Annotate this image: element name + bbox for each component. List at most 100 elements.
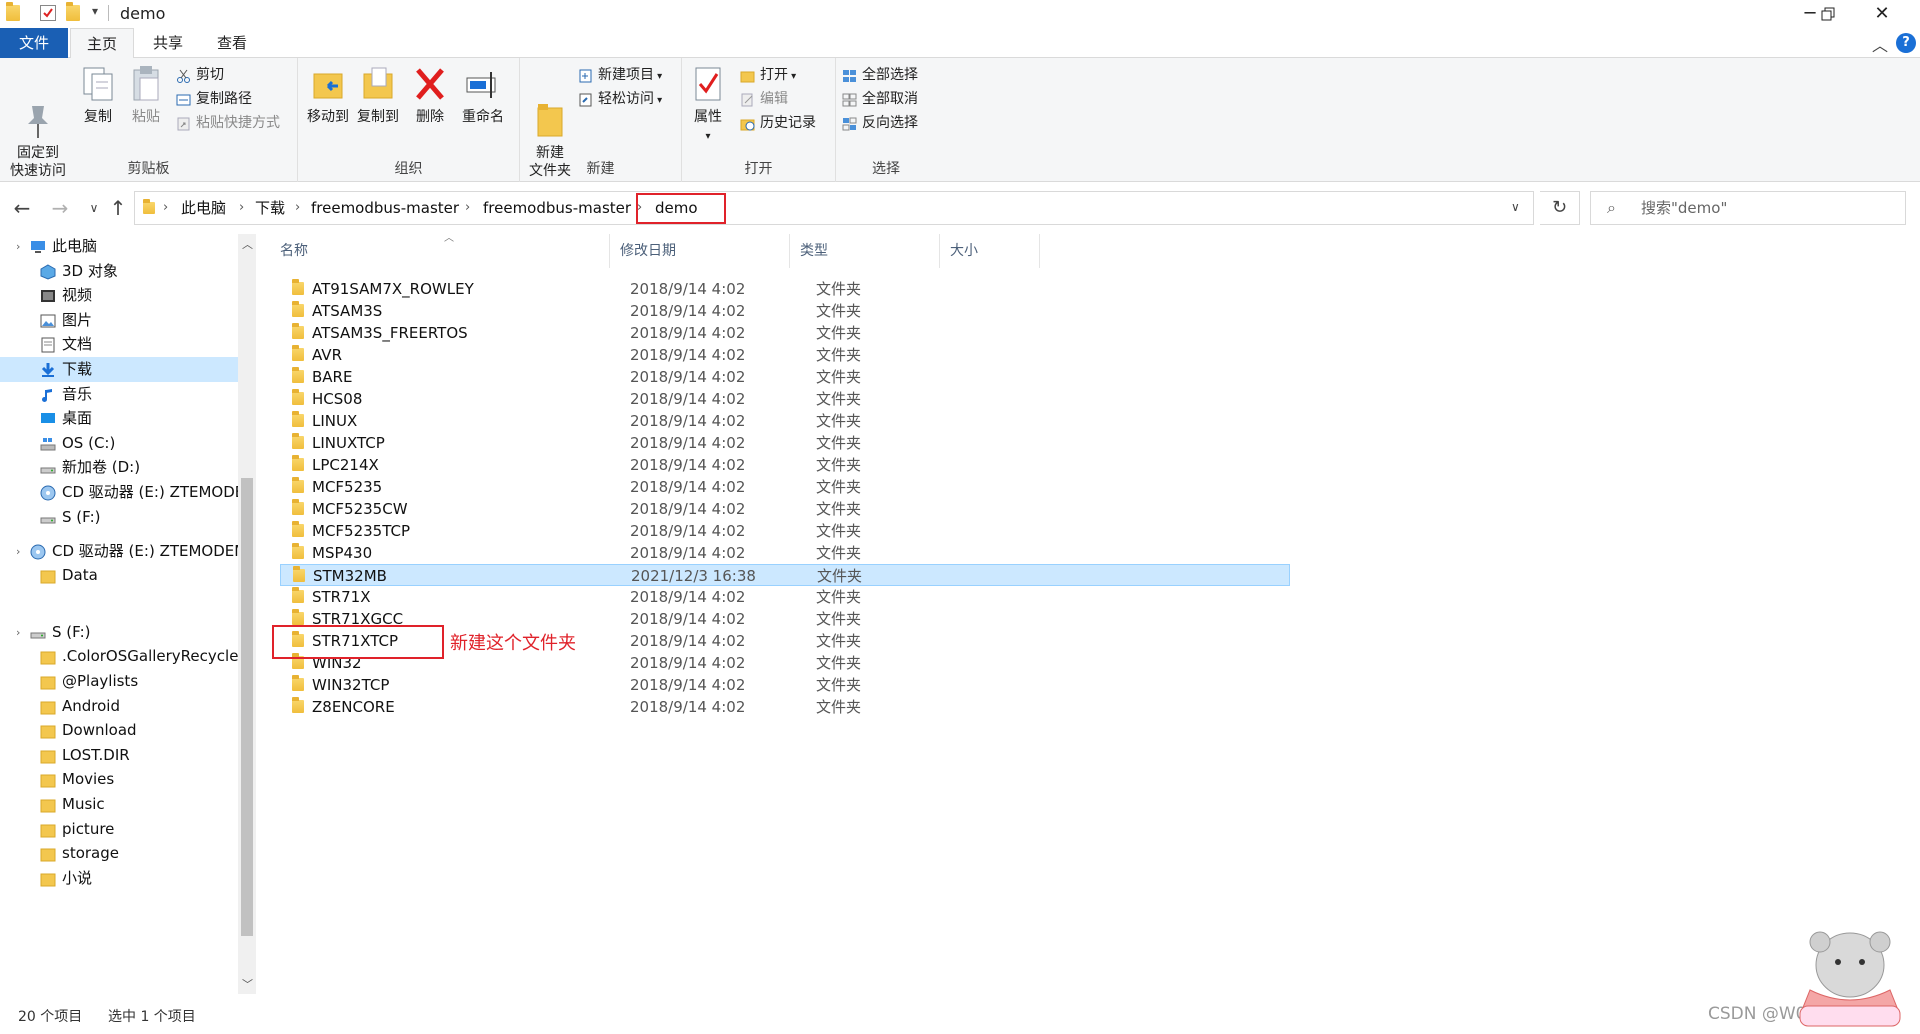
- quick-access-dropdown-icon[interactable]: ▾: [92, 4, 98, 18]
- address-bar[interactable]: › 此电脑 › 下载 › freemodbus-master › freemod…: [134, 191, 1534, 225]
- column-header-name[interactable]: 名称 ︿: [270, 233, 610, 268]
- nav-item[interactable]: 视频: [0, 283, 238, 308]
- nav-item[interactable]: 桌面: [0, 406, 238, 431]
- properties-checkbox-icon[interactable]: [40, 5, 56, 21]
- nav-item[interactable]: 3D 对象: [0, 259, 238, 284]
- nav-item[interactable]: › 此电脑: [0, 234, 238, 259]
- refresh-button[interactable]: ↻: [1540, 191, 1580, 225]
- history-button[interactable]: 历史记录: [738, 112, 816, 134]
- new-folder-quick-icon[interactable]: [66, 2, 80, 21]
- tab-file[interactable]: 文件: [0, 28, 68, 58]
- nav-item[interactable]: 新加卷 (D:): [0, 455, 238, 480]
- file-row[interactable]: MCF5235CW 2018/9/14 4:02 文件夹: [280, 498, 1290, 520]
- nav-item[interactable]: 下载: [0, 357, 238, 382]
- file-row[interactable]: LINUX 2018/9/14 4:02 文件夹: [280, 410, 1290, 432]
- search-input[interactable]: ⌕ 搜索"demo": [1590, 191, 1906, 225]
- expand-chevron-icon[interactable]: ›: [16, 234, 20, 259]
- column-header-size[interactable]: 大小: [940, 234, 1040, 268]
- forward-button[interactable]: →: [46, 194, 74, 222]
- file-row[interactable]: STR71X 2018/9/14 4:02 文件夹: [280, 586, 1290, 608]
- nav-item[interactable]: storage: [0, 841, 238, 866]
- nav-scroll-thumb[interactable]: [241, 478, 253, 936]
- tab-share[interactable]: 共享: [138, 28, 198, 58]
- invert-selection-button[interactable]: 反向选择: [840, 112, 918, 134]
- breadcrumb-downloads[interactable]: 下载: [255, 192, 285, 224]
- nav-item[interactable]: 文档: [0, 332, 238, 357]
- expand-chevron-icon[interactable]: ›: [16, 620, 20, 645]
- column-header-type[interactable]: 类型: [790, 234, 940, 268]
- back-button[interactable]: ←: [8, 194, 36, 222]
- scroll-up-icon[interactable]: ︿: [242, 236, 253, 252]
- easy-access-button[interactable]: 轻松访问 ▾: [576, 88, 662, 110]
- tab-home[interactable]: 主页: [70, 28, 134, 59]
- file-row[interactable]: BARE 2018/9/14 4:02 文件夹: [280, 366, 1290, 388]
- nav-item[interactable]: S (F:): [0, 505, 238, 530]
- file-row[interactable]: STM32MB 2021/12/3 16:38 文件夹: [280, 564, 1290, 586]
- file-row[interactable]: AT91SAM7X_ROWLEY 2018/9/14 4:02 文件夹: [280, 278, 1290, 300]
- rename-button[interactable]: 重命名: [456, 64, 510, 126]
- file-row[interactable]: WIN32TCP 2018/9/14 4:02 文件夹: [280, 674, 1290, 696]
- help-icon[interactable]: ?: [1896, 33, 1916, 53]
- nav-item[interactable]: 小说: [0, 866, 238, 891]
- nav-item-label: 视频: [62, 286, 93, 305]
- nav-item[interactable]: › S (F:): [0, 620, 238, 645]
- file-row[interactable]: ATSAM3S_FREERTOS 2018/9/14 4:02 文件夹: [280, 322, 1290, 344]
- cut-button[interactable]: 剪切: [174, 64, 224, 86]
- nav-item[interactable]: Android: [0, 694, 238, 719]
- file-row[interactable]: HCS08 2018/9/14 4:02 文件夹: [280, 388, 1290, 410]
- delete-button[interactable]: 删除: [410, 64, 450, 126]
- select-none-button[interactable]: 全部取消: [840, 88, 918, 110]
- move-to-button[interactable]: 移动到: [304, 64, 352, 126]
- nav-item[interactable]: CD 驱动器 (E:) ZTEMODEM: [0, 480, 238, 505]
- tab-view[interactable]: 查看: [202, 28, 262, 58]
- nav-item[interactable]: .ColorOSGalleryRecycler: [0, 644, 238, 669]
- copy-button[interactable]: 复制: [76, 64, 120, 126]
- desktop-icon: [40, 410, 56, 426]
- folder-icon: [292, 345, 304, 361]
- nav-item[interactable]: LOST.DIR: [0, 743, 238, 768]
- copy-path-button[interactable]: 复制路径: [174, 88, 252, 110]
- breadcrumb-separator-icon: ›: [295, 200, 301, 215]
- nav-item[interactable]: @Playlists: [0, 669, 238, 694]
- breadcrumb-freemodbus-1[interactable]: freemodbus-master: [311, 192, 459, 224]
- nav-item[interactable]: Download: [0, 718, 238, 743]
- nav-item[interactable]: Movies: [0, 767, 238, 792]
- up-button[interactable]: ↑: [104, 194, 132, 222]
- file-row[interactable]: MSP430 2018/9/14 4:02 文件夹: [280, 542, 1290, 564]
- breadcrumb-this-pc[interactable]: 此电脑: [181, 192, 226, 224]
- open-button[interactable]: 打开 ▾: [738, 64, 796, 86]
- file-row[interactable]: AVR 2018/9/14 4:02 文件夹: [280, 344, 1290, 366]
- nav-item[interactable]: 音乐: [0, 382, 238, 407]
- nav-item[interactable]: Data: [0, 563, 238, 588]
- edit-button[interactable]: 编辑: [738, 88, 788, 110]
- copy-to-button[interactable]: 复制到: [354, 64, 402, 126]
- nav-item[interactable]: Music: [0, 792, 238, 817]
- file-date: 2018/9/14 4:02: [630, 632, 746, 650]
- paste-button[interactable]: 粘贴: [124, 64, 168, 126]
- new-item-button[interactable]: 新建项目 ▾: [576, 64, 662, 86]
- nav-item[interactable]: OS (C:): [0, 431, 238, 456]
- scroll-down-icon[interactable]: ﹀: [242, 976, 253, 992]
- file-row[interactable]: MCF5235 2018/9/14 4:02 文件夹: [280, 476, 1290, 498]
- breadcrumb-freemodbus-2[interactable]: freemodbus-master: [483, 192, 631, 224]
- properties-button[interactable]: 属性 ▾: [688, 64, 728, 146]
- folder-icon: [40, 771, 56, 788]
- file-row[interactable]: LINUXTCP 2018/9/14 4:02 文件夹: [280, 432, 1290, 454]
- file-row[interactable]: MCF5235TCP 2018/9/14 4:02 文件夹: [280, 520, 1290, 542]
- paste-shortcut-button[interactable]: 粘贴快捷方式: [174, 112, 280, 134]
- sort-ascending-icon: ︿: [444, 233, 454, 244]
- file-row[interactable]: LPC214X 2018/9/14 4:02 文件夹: [280, 454, 1290, 476]
- address-dropdown-icon[interactable]: ∨: [1511, 200, 1520, 214]
- file-row[interactable]: Z8ENCORE 2018/9/14 4:02 文件夹: [280, 696, 1290, 718]
- nav-item[interactable]: picture: [0, 817, 238, 842]
- close-button[interactable]: ✕: [1860, 0, 1904, 28]
- file-row[interactable]: ATSAM3S 2018/9/14 4:02 文件夹: [280, 300, 1290, 322]
- collapse-ribbon-icon[interactable]: ︿: [1872, 32, 1888, 56]
- nav-item[interactable]: › CD 驱动器 (E:) ZTEMODEM: [0, 539, 238, 564]
- restore-button[interactable]: [1806, 0, 1850, 28]
- file-date: 2018/9/14 4:02: [630, 324, 746, 342]
- expand-chevron-icon[interactable]: ›: [16, 539, 20, 564]
- column-header-date[interactable]: 修改日期: [610, 234, 790, 268]
- select-all-button[interactable]: 全部选择: [840, 64, 918, 86]
- nav-item[interactable]: 图片: [0, 308, 238, 333]
